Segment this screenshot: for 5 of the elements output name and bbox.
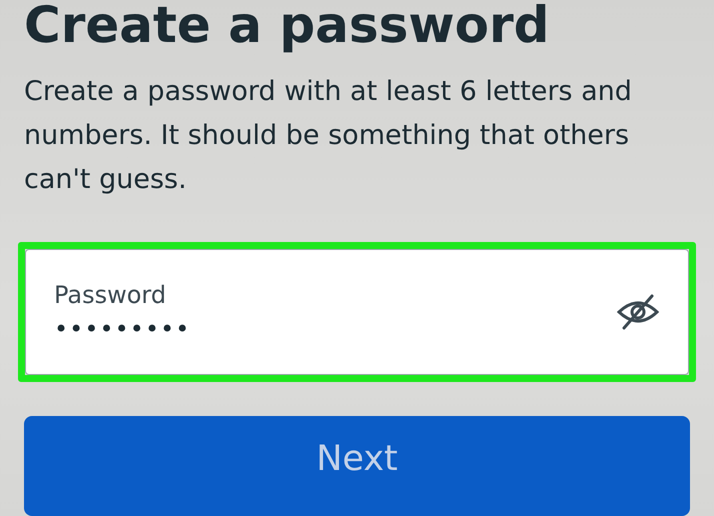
password-field[interactable]: Password ••••••••• bbox=[25, 249, 689, 375]
next-button[interactable]: Next bbox=[24, 416, 690, 516]
page-title: Create a password bbox=[24, 0, 550, 54]
instructions: Create a password with at least 6 letters and numbers. It should be something that others can't guess. bbox=[24, 75, 633, 197]
eye-slash-icon[interactable] bbox=[616, 292, 660, 332]
